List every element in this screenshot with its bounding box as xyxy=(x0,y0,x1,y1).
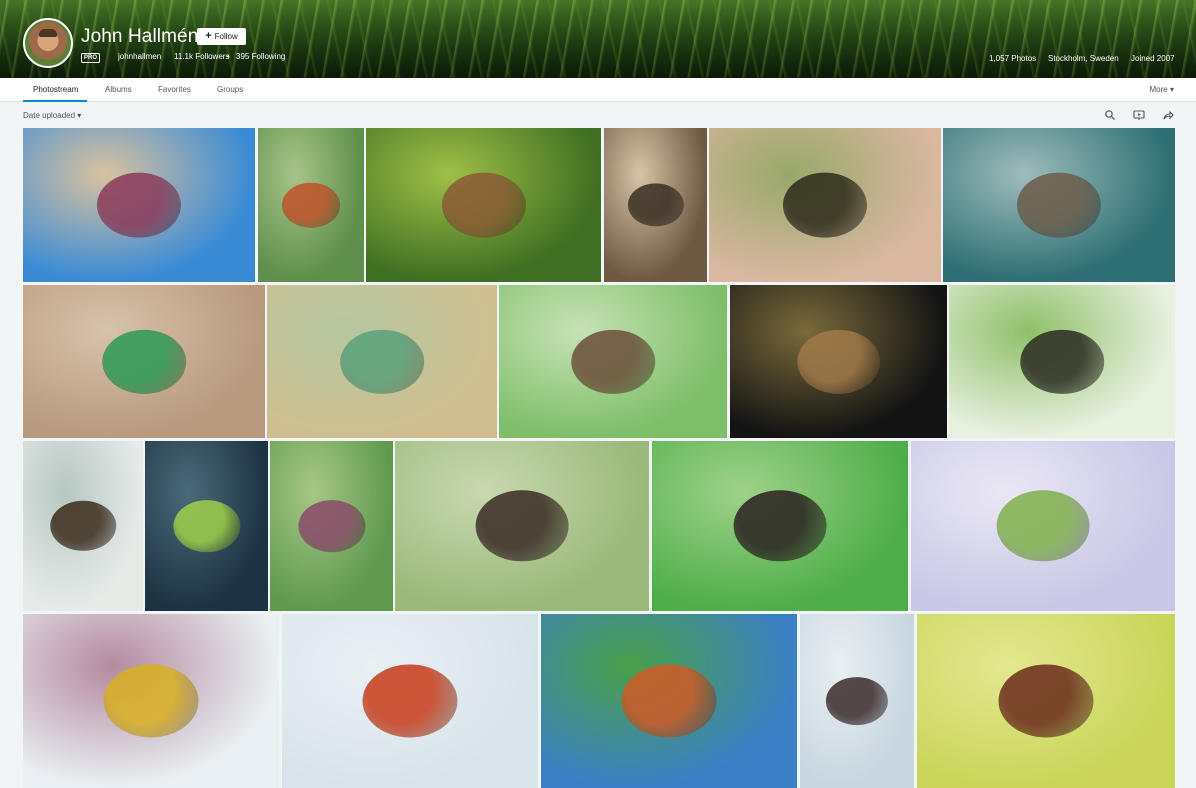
photo-grid xyxy=(23,128,1175,788)
followers-count[interactable]: 11.1k Followers xyxy=(174,52,229,61)
photo-mayfly[interactable] xyxy=(911,441,1175,611)
photo-subject xyxy=(996,490,1090,562)
sort-dropdown[interactable]: Date uploaded ▾ xyxy=(23,111,81,120)
photo-subject xyxy=(50,500,116,552)
more-label: More xyxy=(1149,85,1168,94)
photo-toad[interactable] xyxy=(730,285,947,438)
photo-beetles-on-grass[interactable] xyxy=(917,614,1175,788)
slideshow-icon[interactable] xyxy=(1133,109,1145,121)
photo-subject xyxy=(627,183,684,227)
photo-subject xyxy=(172,500,241,552)
more-menu[interactable]: More ▾ xyxy=(1150,85,1174,94)
photo-wasp-on-flower[interactable] xyxy=(709,128,941,282)
photo-subject xyxy=(96,172,182,238)
tab-favorites[interactable]: Favorites xyxy=(158,85,191,94)
photo-subject xyxy=(102,329,186,394)
photo-hoverfly-closeup[interactable] xyxy=(23,441,143,611)
photo-subject xyxy=(825,677,889,725)
photo-wasp-on-petals[interactable] xyxy=(23,614,279,788)
location: Stockholm, Sweden xyxy=(1048,54,1119,63)
photo-subject xyxy=(782,172,868,238)
following-count[interactable]: 395 Following xyxy=(236,52,285,61)
photo-subject xyxy=(340,329,424,394)
search-icon[interactable] xyxy=(1104,109,1116,121)
photo-count: 1,057 Photos xyxy=(989,54,1037,63)
tab-albums[interactable]: Albums xyxy=(105,85,132,94)
chevron-down-icon: ▾ xyxy=(77,111,82,120)
tab-groups[interactable]: Groups xyxy=(217,85,243,94)
joined-date: Joined 2007 xyxy=(1131,54,1175,63)
photo-hoverfly-on-fern[interactable] xyxy=(949,285,1175,438)
photo-spider-in-grass[interactable] xyxy=(541,614,797,788)
photo-wasp-on-twig[interactable] xyxy=(258,128,364,282)
chevron-down-icon: ▾ xyxy=(1169,85,1174,94)
photo-caterpillar[interactable] xyxy=(23,128,255,282)
photo-subject xyxy=(282,182,340,228)
photo-subject xyxy=(297,500,366,552)
photo-spider-on-branch[interactable] xyxy=(395,441,649,611)
sort-label: Date uploaded xyxy=(23,111,76,120)
photo-damselfly[interactable] xyxy=(267,285,497,438)
photo-subject xyxy=(733,490,827,562)
photo-leaf-bug[interactable] xyxy=(366,128,601,282)
photo-subject xyxy=(103,664,199,738)
photo-subject xyxy=(571,329,655,394)
photo-subject xyxy=(621,664,717,738)
tab-photostream[interactable]: Photostream xyxy=(33,85,78,94)
photo-spider-on-stem[interactable] xyxy=(604,128,707,282)
profile-subnav: Photostream Albums Favorites Groups More… xyxy=(0,78,1196,102)
photo-subject xyxy=(362,664,458,738)
photo-subject xyxy=(998,664,1094,738)
photo-subject xyxy=(1020,329,1104,394)
photo-red-spider[interactable] xyxy=(282,614,538,788)
photo-subject xyxy=(796,329,881,394)
follow-button[interactable]: + Follow xyxy=(197,28,246,45)
active-tab-indicator xyxy=(23,100,87,102)
photo-green-spider-bud[interactable] xyxy=(270,441,393,611)
photo-subject xyxy=(1016,172,1102,238)
follow-label: Follow xyxy=(214,32,238,41)
photo-green-beetle[interactable] xyxy=(23,285,265,438)
pro-badge: PRO xyxy=(81,53,101,63)
photo-green-spider-dark[interactable] xyxy=(145,441,268,611)
profile-name: John Hallmén xyxy=(81,26,199,47)
meta-separator: • xyxy=(227,52,230,61)
photo-cucumber-spider[interactable] xyxy=(652,441,908,611)
photo-shield-bugs[interactable] xyxy=(800,614,914,788)
photo-subject xyxy=(475,490,569,562)
photo-weevil[interactable] xyxy=(499,285,727,438)
username[interactable]: johnhallmen xyxy=(118,52,161,61)
avatar[interactable] xyxy=(23,18,73,68)
photo-subject xyxy=(441,172,526,238)
photo-moth-on-grass[interactable] xyxy=(943,128,1175,282)
share-icon[interactable] xyxy=(1162,109,1174,121)
plus-icon: + xyxy=(205,30,212,42)
